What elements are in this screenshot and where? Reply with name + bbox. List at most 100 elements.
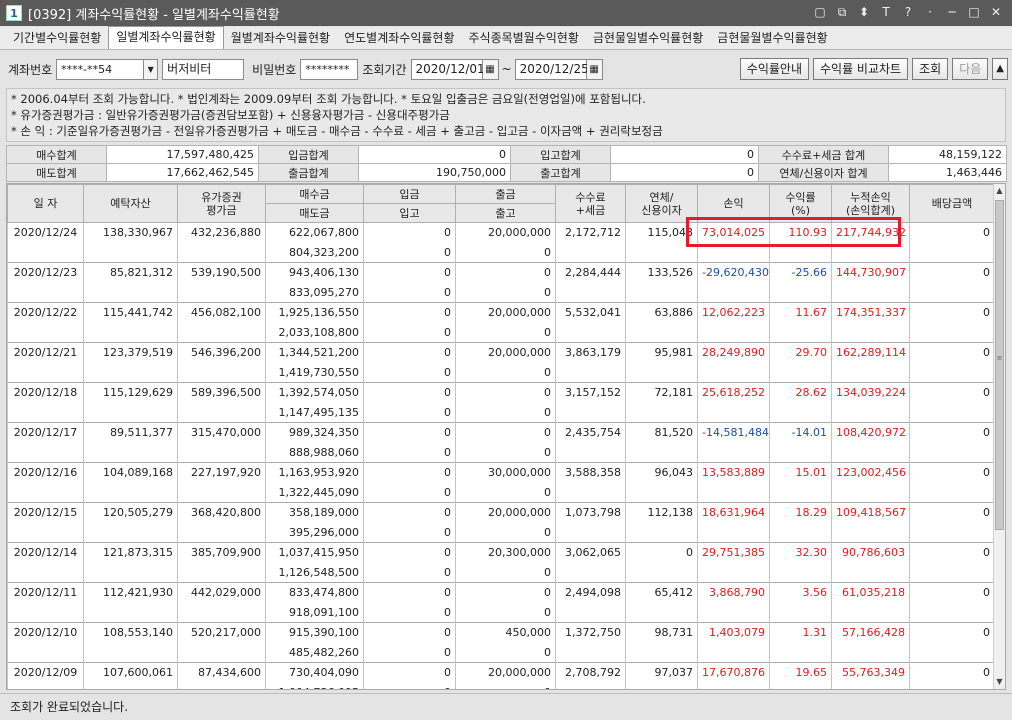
cell-withdraw: 20,000,000	[455, 502, 556, 523]
table-row[interactable]: 2020/12/22 115,441,742 456,082,100 1,925,13…	[7, 302, 995, 323]
cell-stock-in: 0	[363, 562, 456, 583]
grid-vertical-scrollbar[interactable]: ▲ ≡ ▼	[993, 184, 1005, 689]
cell-dividend: 0	[909, 542, 995, 563]
account-dropdown-icon[interactable]: ▼	[144, 58, 159, 80]
note-line: * 손 익 : 기준일유가증권평가금 - 전일유가증권평가금 + 매도금 - 매…	[11, 124, 663, 138]
date-to-field[interactable]: 2020/12/25	[514, 58, 589, 80]
empty-cell	[831, 402, 910, 423]
cell-date: 2020/12/24	[7, 222, 84, 243]
table-row-sub[interactable]: 1,322,445,090 0 0	[7, 482, 995, 503]
table-row[interactable]: 2020/12/16 104,089,168 227,197,920 1,163,95…	[7, 462, 995, 483]
table-row[interactable]: 2020/12/23 85,821,312 539,190,500 943,406,1…	[7, 262, 995, 283]
cell-pnl: -29,620,430	[697, 262, 770, 283]
table-row[interactable]: 2020/12/18 115,129,629 589,396,500 1,392,57…	[7, 382, 995, 403]
cell-cum: 123,002,456	[831, 462, 910, 483]
col-header-stock-out: 출고	[455, 203, 556, 223]
daily-return-table: 일 자 예탁자산 유가증권 평가금 매수금 입금 출금 수수료 +세금 연체/ …	[7, 184, 995, 689]
table-row-sub[interactable]: 1,419,730,550 0 0	[7, 362, 995, 383]
empty-cell	[177, 602, 266, 623]
tab-gold-daily-return[interactable]: 금현물일별수익률현황	[586, 28, 710, 49]
pin-icon[interactable]: ⬍	[856, 3, 872, 21]
close-icon[interactable]: ✕	[988, 3, 1004, 21]
help-icon[interactable]: ?	[900, 3, 916, 21]
table-row-sub[interactable]: 1,004,736,09500	[7, 682, 995, 689]
return-guide-button[interactable]: 수익률안내	[739, 58, 809, 80]
cell-withdraw: 0	[455, 382, 556, 403]
tab-gold-monthly-return[interactable]: 금현물월별수익률현황	[710, 28, 834, 49]
cell-sec-eval: 589,396,500	[177, 382, 266, 403]
cell-date: 2020/12/16	[7, 462, 84, 483]
font-icon[interactable]: T	[878, 3, 894, 21]
empty-cell	[177, 362, 266, 383]
empty-cell	[83, 242, 178, 263]
table-row[interactable]: 2020/12/11 112,421,930 442,029,000 833,474,…	[7, 582, 995, 603]
cell-buy: 1,163,953,920	[265, 462, 364, 483]
empty-cell	[625, 602, 698, 623]
cell-stock-out: 0	[455, 482, 556, 503]
frame-icon[interactable]: ▢	[812, 3, 828, 21]
return-compare-chart-button[interactable]: 수익률 비교차트	[813, 58, 909, 80]
table-row[interactable]: 2020/12/24 138,330,967 432,236,880 622,067,…	[7, 222, 995, 243]
table-row-sub[interactable]: 2,033,108,800 0 0	[7, 322, 995, 343]
tab-period-return[interactable]: 기간별수익률현황	[6, 28, 108, 49]
cell-rate: 19.65	[769, 662, 832, 683]
empty-cell	[177, 442, 266, 463]
query-button[interactable]: 조회	[912, 58, 949, 80]
empty-cell	[909, 282, 995, 303]
empty-cell	[697, 562, 770, 583]
table-row-sub[interactable]: 1,147,495,135 0 0	[7, 402, 995, 423]
collapse-up-icon[interactable]: ▲	[992, 58, 1008, 80]
table-row-sub[interactable]: 888,988,060 0 0	[7, 442, 995, 463]
password-field[interactable]: ********	[300, 58, 359, 80]
calendar-to-icon[interactable]: ▦	[586, 58, 603, 80]
table-row[interactable]: 2020/12/14 121,873,315 385,709,900 1,037,41…	[7, 542, 995, 563]
scroll-up-icon[interactable]: ▲	[994, 184, 1005, 198]
cell-interest: 81,520	[625, 422, 698, 443]
table-row-sub[interactable]: 833,095,270 0 0	[7, 282, 995, 303]
table-row-sub[interactable]: 804,323,200 0 0	[7, 242, 995, 263]
table-row-sub[interactable]: 395,296,000 0 0	[7, 522, 995, 543]
table-row[interactable]: 2020/12/17 89,511,377 315,470,000 989,324,3…	[7, 422, 995, 443]
table-row[interactable]: 2020/12/09 107,600,061 87,434,600 730,404,0…	[7, 662, 995, 683]
cell-buy: 1,037,415,950	[265, 542, 364, 563]
cell-dep-in: 0	[363, 302, 456, 323]
empty-cell	[7, 362, 84, 383]
table-row-sub[interactable]: 1,126,548,500 0 0	[7, 562, 995, 583]
tab-monthly-account-return[interactable]: 월별계좌수익률현황	[224, 28, 337, 49]
scroll-down-icon[interactable]: ▼	[994, 675, 1005, 689]
empty-cell	[625, 682, 698, 689]
next-button[interactable]: 다음	[952, 58, 989, 80]
table-row-sub[interactable]: 918,091,100 0 0	[7, 602, 995, 623]
table-row[interactable]: 2020/12/15 120,505,279 368,420,800 358,189,…	[7, 502, 995, 523]
date-from-field[interactable]: 2020/12/01	[410, 58, 485, 80]
note-line: * 유가증권평가금 : 일반유가증권평가금(증권담보포함) + 신용융자평가금 …	[11, 108, 450, 122]
empty-cell	[769, 442, 832, 463]
empty-cell	[697, 362, 770, 383]
tab-stock-monthly-return[interactable]: 주식종목별월수익현황	[461, 28, 585, 49]
minimize-icon[interactable]: ─	[944, 3, 960, 21]
table-row[interactable]: 2020/12/10 108,553,140 520,217,000 915,390,…	[7, 622, 995, 643]
cell-sell: 1,419,730,550	[265, 362, 364, 383]
cell-dividend: 0	[909, 462, 995, 483]
table-row-sub[interactable]: 485,482,260 0 0	[7, 642, 995, 663]
cell-deposit: 107,600,061	[83, 662, 178, 683]
calendar-from-icon[interactable]: ▦	[482, 58, 499, 80]
tab-daily-account-return[interactable]: 일별계좌수익률현황	[108, 26, 224, 49]
empty-cell	[769, 402, 832, 423]
empty-cell	[831, 362, 910, 383]
account-number-field[interactable]: ****-**54	[56, 58, 145, 80]
col-header-stock-in: 입고	[363, 203, 456, 223]
summary-value: 17,597,480,425	[106, 145, 259, 164]
restore-icon[interactable]: ⧉	[834, 3, 850, 21]
empty-cell	[625, 362, 698, 383]
daily-return-grid[interactable]: 일 자 예탁자산 유가증권 평가금 매수금 입금 출금 수수료 +세금 연체/ …	[6, 183, 1006, 690]
scroll-thumb[interactable]	[995, 200, 1004, 530]
maximize-icon[interactable]: □	[966, 3, 982, 21]
tab-yearly-account-return[interactable]: 연도별계좌수익률현황	[337, 28, 461, 49]
cell-rate: 32.30	[769, 542, 832, 563]
cell-rate: 1.31	[769, 622, 832, 643]
empty-cell	[177, 402, 266, 423]
cell-buy: 1,925,136,550	[265, 302, 364, 323]
cell-pnl: 1,403,079	[697, 622, 770, 643]
table-row[interactable]: 2020/12/21 123,379,519 546,396,200 1,344,52…	[7, 342, 995, 363]
